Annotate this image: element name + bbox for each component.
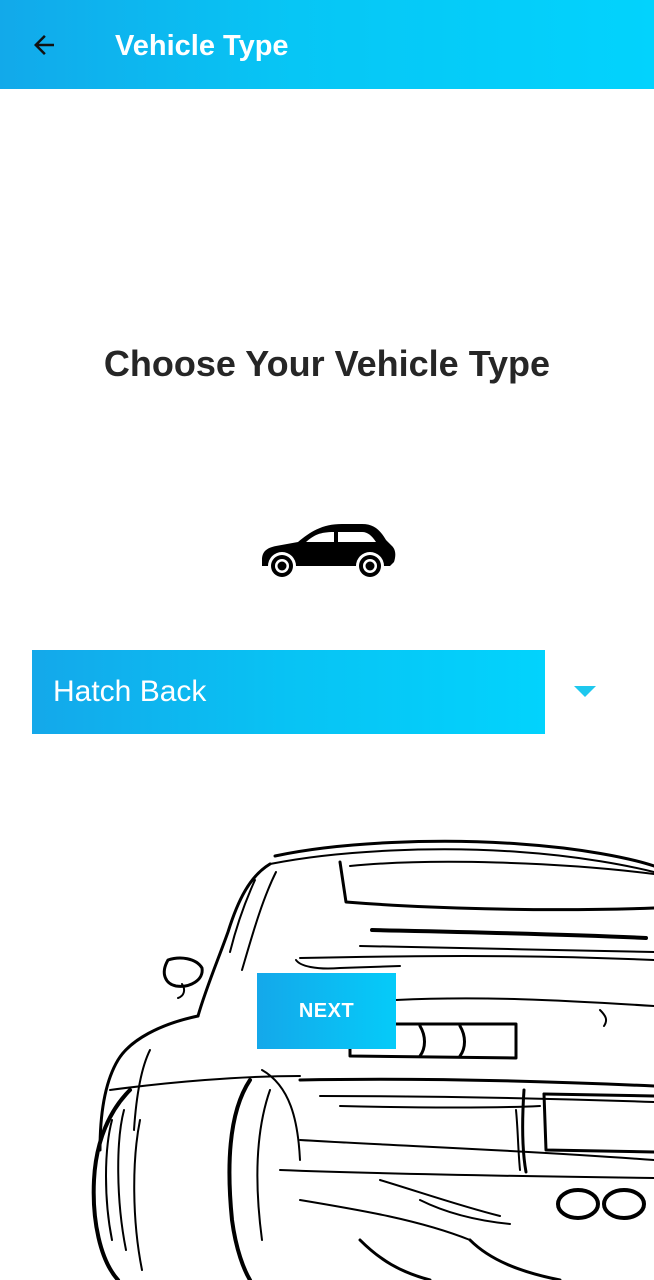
vehicle-type-selected-value: Hatch Back: [53, 675, 207, 708]
vehicle-type-select[interactable]: Hatch Back: [32, 650, 545, 734]
back-button[interactable]: [24, 25, 64, 65]
app-bar: Vehicle Type: [0, 0, 654, 89]
caret-down-icon[interactable]: [574, 686, 596, 698]
next-button[interactable]: NEXT: [257, 973, 396, 1049]
sports-car-rear-sketch: [91, 839, 654, 1280]
page-heading: Choose Your Vehicle Type: [103, 343, 551, 384]
app-bar-title: Vehicle Type: [115, 30, 289, 62]
arrow-left-icon: [34, 35, 54, 55]
hatchback-car-icon: [262, 524, 396, 580]
